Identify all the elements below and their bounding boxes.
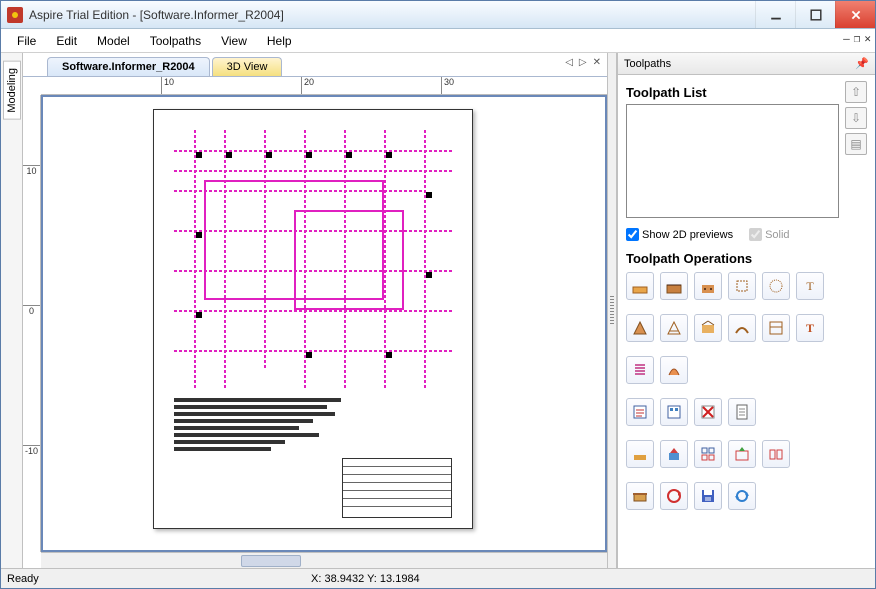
op-vcarve[interactable] <box>626 314 654 342</box>
op-export[interactable] <box>728 440 756 468</box>
close-button[interactable] <box>835 1 875 28</box>
ruler-horizontal: 10 20 30 <box>41 77 607 95</box>
op-reset[interactable] <box>660 482 688 510</box>
move-down-button[interactable]: ⇩ <box>845 107 867 129</box>
menubar: File Edit Model Toolpaths View Help – ❐ … <box>1 29 875 53</box>
op-moulding[interactable] <box>728 314 756 342</box>
ruler-v-tick: 10 <box>23 165 40 176</box>
menu-toolpaths[interactable]: Toolpaths <box>140 31 211 51</box>
titlebar: Aspire Trial Edition - [Software.Informe… <box>1 1 875 29</box>
op-wrap[interactable] <box>660 356 688 384</box>
op-preview[interactable] <box>626 398 654 426</box>
tab-modeling[interactable]: Modeling <box>3 61 21 120</box>
op-thread[interactable] <box>626 356 654 384</box>
left-sidebar: Modeling <box>1 53 23 568</box>
show-2d-checkbox[interactable]: Show 2D previews <box>626 228 733 241</box>
ops-title: Toolpath Operations <box>626 251 867 266</box>
op-summary[interactable] <box>728 398 756 426</box>
ruler-vertical: 10 0 -10 <box>23 95 41 552</box>
menu-view[interactable]: View <box>211 31 257 51</box>
mdi-minimize[interactable]: – <box>843 32 850 45</box>
op-recalc[interactable] <box>728 482 756 510</box>
ruler-h-tick: 20 <box>301 77 314 94</box>
body: Modeling Software.Informer_R2004 3D View… <box>1 53 875 568</box>
svg-text:T: T <box>806 279 814 293</box>
tab-2d-view[interactable]: Software.Informer_R2004 <box>47 57 210 76</box>
op-inlay[interactable] <box>728 272 756 300</box>
solid-checkbox: Solid <box>749 228 789 241</box>
ruler-h-tick: 30 <box>441 77 454 94</box>
cad-drawing <box>174 130 452 388</box>
menu-edit[interactable]: Edit <box>46 31 87 51</box>
scrollbar-thumb[interactable] <box>241 555 301 567</box>
op-batch[interactable] <box>762 440 790 468</box>
op-delete[interactable] <box>694 398 722 426</box>
op-prism[interactable] <box>694 314 722 342</box>
tab-next-icon[interactable]: ▷ <box>579 57 587 68</box>
app-window: Aspire Trial Edition - [Software.Informe… <box>0 0 876 589</box>
mdi-controls: – ❐ ✕ <box>843 32 871 45</box>
op-merge[interactable] <box>660 440 688 468</box>
ops-grid: T T <box>626 272 867 510</box>
minimize-button[interactable] <box>755 1 795 28</box>
toolpath-listbox[interactable] <box>626 104 839 218</box>
toolpaths-panel: Toolpaths 📌 Toolpath List ⇧ ⇩ ▤ Sho <box>617 53 875 568</box>
op-text-v[interactable]: T <box>796 314 824 342</box>
op-pocket[interactable] <box>660 272 688 300</box>
statusbar: Ready X: 38.9432 Y: 13.1984 <box>1 568 875 588</box>
op-text[interactable]: T <box>796 272 824 300</box>
op-chamfer[interactable] <box>762 314 790 342</box>
ruler-v-tick: 0 <box>23 305 40 316</box>
status-ready: Ready <box>7 573 39 585</box>
scrollbar-horizontal[interactable] <box>41 552 607 568</box>
panel-header: Toolpaths 📌 <box>618 53 875 75</box>
window-title: Aspire Trial Edition - [Software.Informe… <box>29 8 755 22</box>
app-icon <box>7 7 23 23</box>
tab-nav: ◁ ▷ ✕ <box>565 57 601 68</box>
op-tile[interactable] <box>626 440 654 468</box>
window-controls <box>755 1 875 28</box>
preview-options: Show 2D previews Solid <box>626 228 867 241</box>
op-fluting[interactable] <box>660 314 688 342</box>
tab-prev-icon[interactable]: ◁ <box>565 57 573 68</box>
mdi-restore[interactable]: ❐ <box>854 32 861 45</box>
op-drilling[interactable] <box>694 272 722 300</box>
tab-3d-view[interactable]: 3D View <box>212 57 283 76</box>
menu-file[interactable]: File <box>7 31 46 51</box>
ruler-h-tick: 10 <box>161 77 174 94</box>
op-arrange[interactable] <box>694 440 722 468</box>
move-up-button[interactable]: ⇧ <box>845 81 867 103</box>
panel-title: Toolpaths <box>624 58 671 70</box>
op-texture[interactable] <box>762 272 790 300</box>
drawing-page <box>153 109 473 529</box>
status-coordinates: X: 38.9432 Y: 13.1984 <box>311 573 420 585</box>
panel-body: Toolpath List ⇧ ⇩ ▤ Show 2D previews Sol… <box>618 75 875 568</box>
show-2d-input[interactable] <box>626 228 639 241</box>
pin-icon[interactable]: 📌 <box>855 57 869 70</box>
toolpath-list-title: Toolpath List <box>626 85 839 100</box>
tab-close-icon[interactable]: ✕ <box>593 57 601 68</box>
svg-text:T: T <box>806 321 814 335</box>
maximize-button[interactable] <box>795 1 835 28</box>
list-options-button[interactable]: ▤ <box>845 133 867 155</box>
op-estimate[interactable] <box>660 398 688 426</box>
drawing-titleblock <box>342 458 452 518</box>
canvas[interactable] <box>41 95 607 552</box>
canvas-row: 10 0 -10 <box>23 95 607 552</box>
splitter-grip-icon <box>610 296 614 326</box>
op-save[interactable] <box>694 482 722 510</box>
splitter[interactable] <box>607 53 617 568</box>
menu-help[interactable]: Help <box>257 31 302 51</box>
menu-model[interactable]: Model <box>87 31 140 51</box>
op-material[interactable] <box>626 482 654 510</box>
list-side-buttons: ⇧ ⇩ ▤ <box>845 81 867 222</box>
mdi-close[interactable]: ✕ <box>864 32 871 45</box>
document-area: Software.Informer_R2004 3D View ◁ ▷ ✕ 10… <box>23 53 607 568</box>
solid-input <box>749 228 762 241</box>
ruler-v-tick: -10 <box>23 445 40 456</box>
op-profile[interactable] <box>626 272 654 300</box>
doc-tabs: Software.Informer_R2004 3D View ◁ ▷ ✕ <box>23 53 607 77</box>
